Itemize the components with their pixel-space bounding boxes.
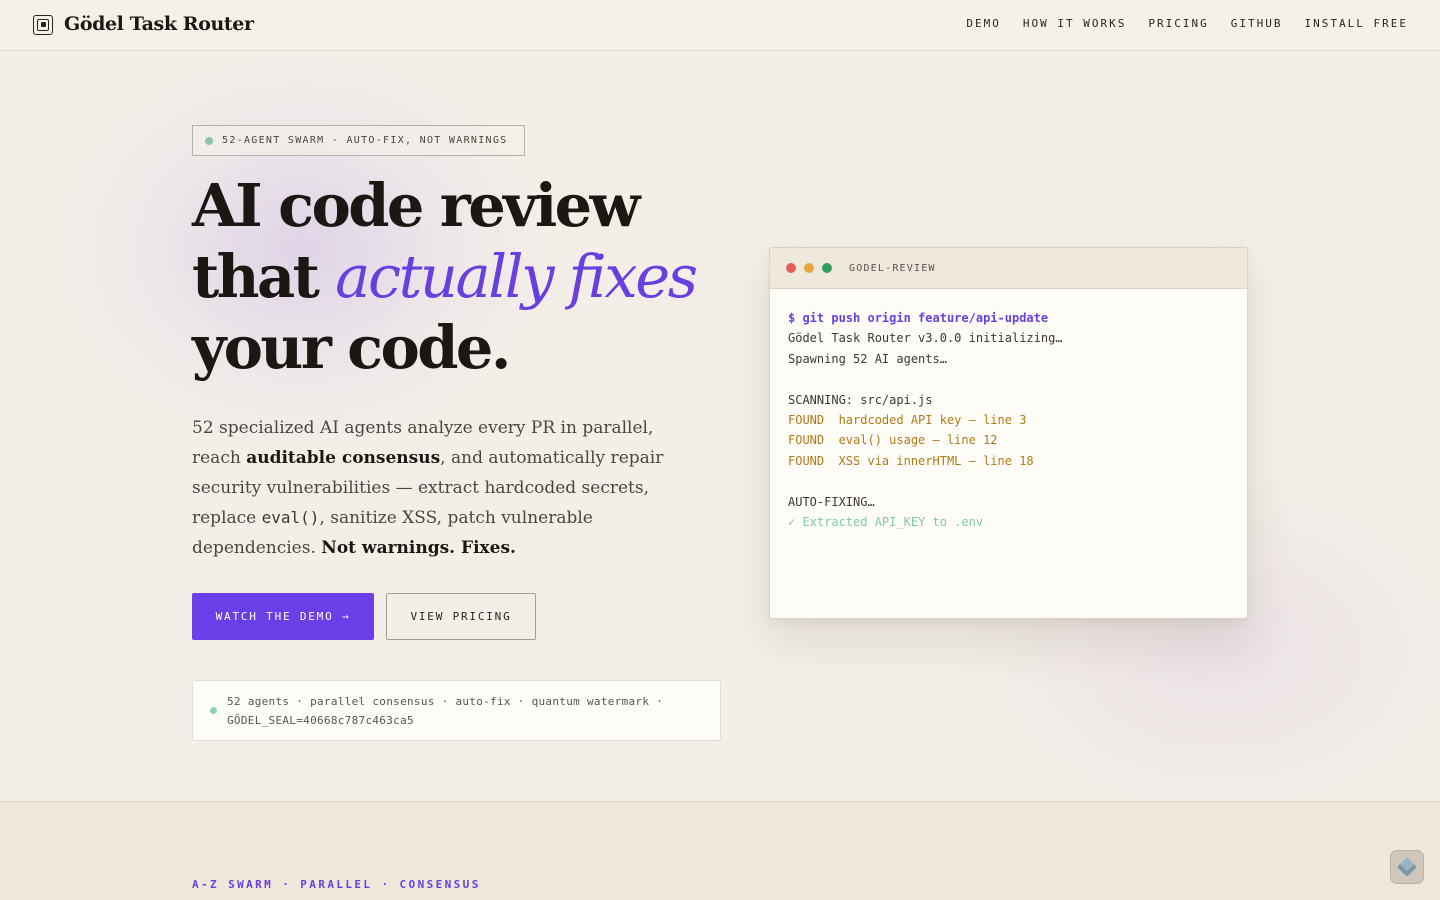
headline-accent: actually fixes <box>335 242 698 311</box>
terminal-line: AUTO-FIXING… <box>788 494 875 509</box>
status-dot-icon <box>205 136 213 145</box>
floating-widget-button[interactable] <box>1390 850 1424 884</box>
hero-tag-text: 52-AGENT SWARM · AUTO-FIX, NOT WARNINGS <box>222 135 508 146</box>
nav-link-github[interactable]: GITHUB <box>1231 17 1283 30</box>
window-maximize-dot-icon <box>822 263 832 273</box>
lede-code-eval: eval() <box>261 508 320 527</box>
hero-tag-pill: 52-AGENT SWARM · AUTO-FIX, NOT WARNINGS <box>192 125 525 156</box>
window-close-dot-icon <box>786 263 796 273</box>
hero-headline: AI code review that actually fixes your … <box>192 170 772 383</box>
meta-status-dot-icon <box>210 707 217 714</box>
nav-link-how-it-works[interactable]: HOW IT WORKS <box>1023 17 1126 30</box>
nav-link-demo[interactable]: DEMO <box>966 17 1001 30</box>
watch-demo-button[interactable]: WATCH THE DEMO → <box>192 593 374 640</box>
terminal-line: SCANNING: src/api.js <box>788 392 933 407</box>
terminal-window: GODEL-REVIEW $ git push origin feature/a… <box>769 247 1248 619</box>
brand-logo-link[interactable]: Gödel Task Router <box>33 13 254 35</box>
terminal-line: Spawning 52 AI agents… <box>788 351 947 366</box>
terminal-line: FOUND hardcoded API key — line 3 <box>788 412 1027 427</box>
lede-bold-consensus: auditable consensus <box>246 448 441 468</box>
features-section: A-Z SWARM · PARALLEL · CONSENSUS <box>0 801 1440 900</box>
headline-line-3: your code. <box>192 313 511 382</box>
nav-link-install-free[interactable]: INSTALL FREE <box>1305 17 1408 30</box>
brand-name: Gödel Task Router <box>64 13 254 35</box>
nested-squares-logo-icon <box>33 14 53 35</box>
terminal-line: $ git push origin feature/api-update <box>788 311 1049 325</box>
cube-icon <box>1397 857 1417 877</box>
nav-link-pricing[interactable]: PRICING <box>1148 17 1208 30</box>
hero-description: 52 specialized AI agents analyze every P… <box>192 413 692 563</box>
terminal-line: FOUND eval() usage — line 12 <box>788 433 998 448</box>
terminal-title-bar: GODEL-REVIEW <box>770 248 1247 289</box>
top-navigation-bar: Gödel Task Router DEMO HOW IT WORKS PRIC… <box>0 0 1440 51</box>
terminal-line: Gödel Task Router v3.0.0 initializing… <box>788 331 1063 346</box>
meta-info-text: 52 agents · parallel consensus · auto-fi… <box>227 695 664 727</box>
meta-info-box: 52 agents · parallel consensus · auto-fi… <box>192 680 721 741</box>
terminal-output: $ git push origin feature/api-update Göde… <box>770 289 1247 532</box>
headline-line-2-plain: that <box>192 242 336 311</box>
terminal-line: ✓ Extracted API_KEY to .env <box>788 514 984 529</box>
main-nav: DEMO HOW IT WORKS PRICING GITHUB INSTALL… <box>966 17 1408 30</box>
lede-bold-fixes: Not warnings. Fixes. <box>321 538 516 558</box>
window-minimize-dot-icon <box>804 263 814 273</box>
terminal-title: GODEL-REVIEW <box>849 262 936 274</box>
section-eyebrow: A-Z SWARM · PARALLEL · CONSENSUS <box>192 878 481 891</box>
view-pricing-button[interactable]: VIEW PRICING <box>386 593 536 640</box>
headline-line-2: that actually fixes <box>192 241 772 312</box>
headline-line-1: AI code review <box>192 171 640 240</box>
terminal-line: FOUND XSS via innerHTML — line 18 <box>788 453 1034 468</box>
